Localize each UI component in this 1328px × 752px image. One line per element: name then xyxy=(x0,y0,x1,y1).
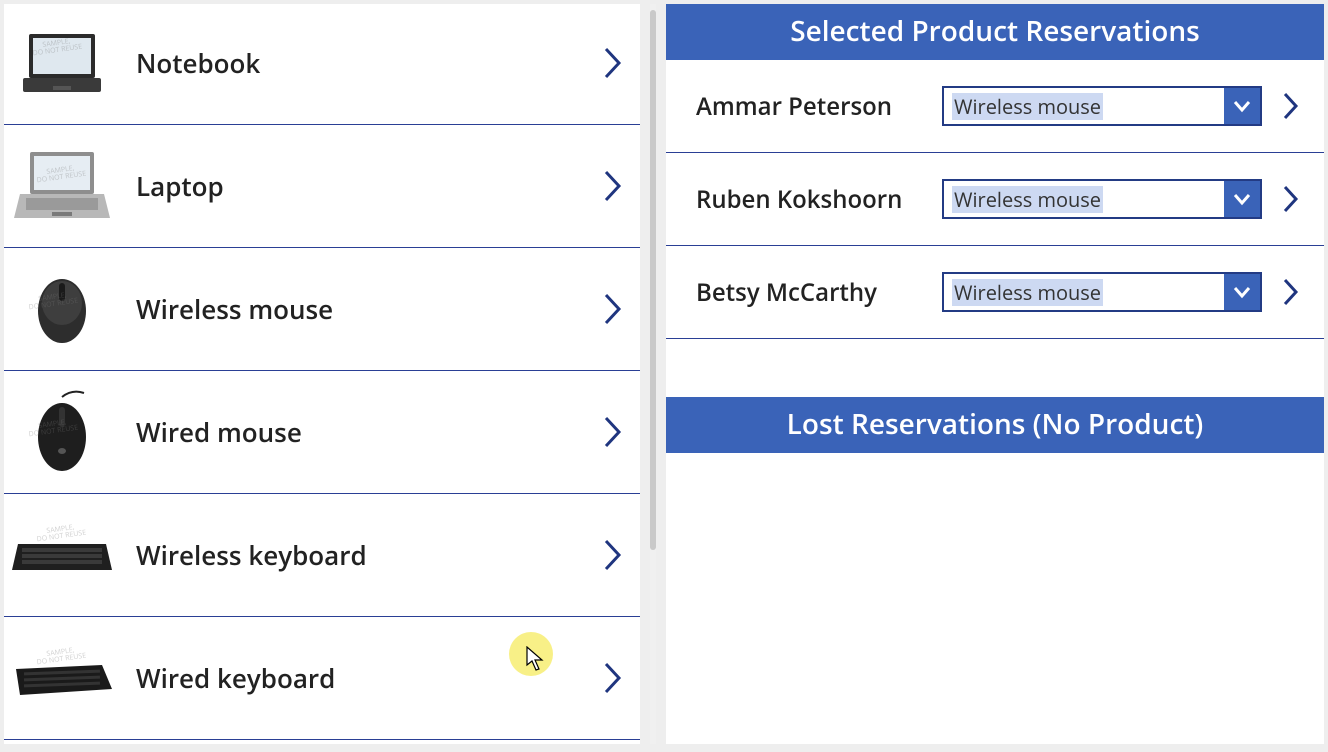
product-thumb-laptop: SAMPLE,DO NOT REUSE xyxy=(12,141,112,231)
product-row-wireless-keyboard[interactable]: SAMPLE,DO NOT REUSE Wireless keyboard xyxy=(4,494,640,617)
product-row-wireless-mouse[interactable]: SAMPLE,DO NOT REUSE Wireless mouse xyxy=(4,248,640,371)
lost-reservations-header: Lost Reservations (No Product) xyxy=(666,397,1324,453)
product-select[interactable]: Wireless mouse xyxy=(942,179,1262,219)
chevron-down-icon[interactable] xyxy=(1224,181,1260,217)
chevron-right-icon[interactable] xyxy=(1276,184,1306,214)
reservation-row: Ammar Peterson Wireless mouse xyxy=(666,60,1324,153)
product-select-value: Wireless mouse xyxy=(944,88,1224,124)
reservation-name: Ruben Kokshoorn xyxy=(696,183,942,216)
product-row-laptop[interactable]: SAMPLE,DO NOT REUSE Laptop xyxy=(4,125,640,248)
chevron-right-icon xyxy=(598,43,628,83)
selected-reservations-header: Selected Product Reservations xyxy=(666,4,1324,60)
chevron-down-icon[interactable] xyxy=(1224,274,1260,310)
chevron-right-icon xyxy=(598,412,628,452)
reservation-row: Ruben Kokshoorn Wireless mouse xyxy=(666,153,1324,246)
product-select[interactable]: Wireless mouse xyxy=(942,272,1262,312)
chevron-right-icon[interactable] xyxy=(1276,91,1306,121)
chevron-right-icon xyxy=(598,166,628,206)
product-label: Wireless mouse xyxy=(112,291,598,327)
product-select-value: Wireless mouse xyxy=(944,181,1224,217)
app-root: SAMPLE,DO NOT REUSE Notebook SAMPLE,DO N… xyxy=(4,4,1324,744)
product-thumb-notebook: SAMPLE,DO NOT REUSE xyxy=(12,18,112,108)
product-thumb-wireless-mouse: SAMPLE,DO NOT REUSE xyxy=(12,264,112,354)
reservation-name: Betsy McCarthy xyxy=(696,276,942,309)
product-label: Notebook xyxy=(112,45,598,81)
reservations-panel: Selected Product Reservations Ammar Pete… xyxy=(666,4,1324,744)
chevron-right-icon xyxy=(598,535,628,575)
product-label: Wired mouse xyxy=(112,414,598,450)
product-label: Wireless keyboard xyxy=(112,537,598,573)
product-label: Laptop xyxy=(112,168,598,204)
scrollbar-thumb[interactable] xyxy=(650,10,656,550)
scrollbar[interactable] xyxy=(650,4,656,744)
lost-reservations-section: Lost Reservations (No Product) xyxy=(666,397,1324,453)
reservation-name: Ammar Peterson xyxy=(696,90,942,123)
product-row-notebook[interactable]: SAMPLE,DO NOT REUSE Notebook xyxy=(4,4,640,125)
product-thumb-wired-keyboard: SAMPLE,DO NOT REUSE xyxy=(12,633,112,723)
chevron-right-icon[interactable] xyxy=(1276,277,1306,307)
product-thumb-wired-mouse: SAMPLE,DO NOT REUSE xyxy=(12,387,112,477)
product-row-wired-keyboard[interactable]: SAMPLE,DO NOT REUSE Wired keyboard xyxy=(4,617,640,740)
chevron-down-icon[interactable] xyxy=(1224,88,1260,124)
product-row-wired-mouse[interactable]: SAMPLE,DO NOT REUSE Wired mouse xyxy=(4,371,640,494)
product-select-value: Wireless mouse xyxy=(944,274,1224,310)
chevron-right-icon xyxy=(598,658,628,698)
chevron-right-icon xyxy=(598,289,628,329)
reservation-row: Betsy McCarthy Wireless mouse xyxy=(666,246,1324,339)
product-label: Wired keyboard xyxy=(112,660,598,696)
product-list-panel: SAMPLE,DO NOT REUSE Notebook SAMPLE,DO N… xyxy=(4,4,640,744)
product-thumb-wireless-keyboard: SAMPLE,DO NOT REUSE xyxy=(12,510,112,600)
product-select[interactable]: Wireless mouse xyxy=(942,86,1262,126)
